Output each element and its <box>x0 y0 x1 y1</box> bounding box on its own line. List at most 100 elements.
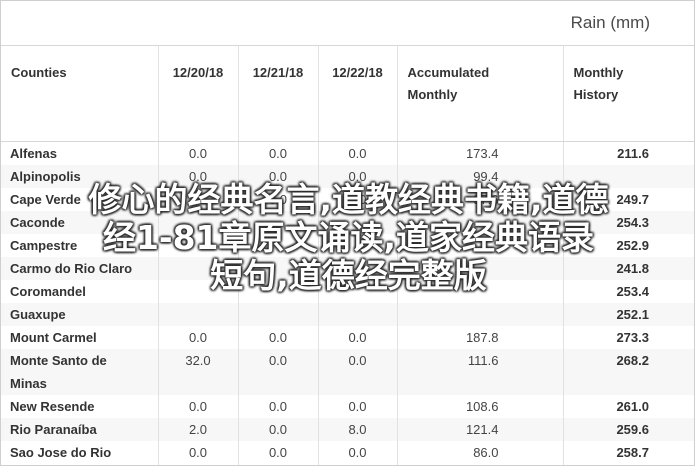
rain-date-3-cell: 0.0 <box>318 349 398 395</box>
rain-date-1-cell: 0.0 <box>158 165 239 188</box>
rain-date-2-cell <box>238 234 319 257</box>
table-row[interactable]: Monte Santo de Minas 32.0 0.0 0.0 111.6 268.2 <box>1 349 694 395</box>
rain-date-1-cell: 0.0 <box>158 326 239 349</box>
accumulated-monthly-cell <box>397 280 564 303</box>
county-name-line: Sao Jose do Rio <box>10 445 112 460</box>
county-name-cell: Rio Paranaíba <box>1 418 159 441</box>
rain-date-2-cell <box>238 303 319 326</box>
rain-date-2-cell: 0.0 <box>238 326 319 349</box>
county-name-cell: Sao Jose do RioPardo <box>1 441 159 465</box>
accumulated-monthly-cell: 108.6 <box>397 395 564 418</box>
county-name-line: Rio Paranaíba <box>10 422 97 437</box>
column-header-history-line1: Monthly <box>573 65 624 80</box>
table-row[interactable]: Campestre 252.9 <box>1 234 694 257</box>
unit-header-bar: Rain (mm) <box>1 1 694 46</box>
rain-date-2-cell: 0.0 <box>238 418 319 441</box>
county-name-cell: Mount Carmel <box>1 326 159 349</box>
county-name-line: Cape Verde <box>10 192 81 207</box>
county-name-cell: Alfenas <box>1 141 159 165</box>
rain-date-3-cell: 8.0 <box>318 418 398 441</box>
column-header-counties[interactable]: Counties <box>1 46 159 142</box>
table-row[interactable]: Caconde 254.3 <box>1 211 694 234</box>
table-row[interactable]: Alpinopolis 0.0 0.0 0.0 99.4 <box>1 165 694 188</box>
rain-date-2-cell <box>238 257 319 280</box>
accumulated-monthly-cell: 97.6 <box>397 188 564 211</box>
table-row[interactable]: New Resende 0.0 0.0 0.0 108.6 261.0 <box>1 395 694 418</box>
rain-date-1-cell <box>158 211 239 234</box>
table-row[interactable]: Alfenas 0.0 0.0 0.0 173.4 211.6 <box>1 141 694 165</box>
rain-date-3-cell: 0.0 <box>318 395 398 418</box>
county-name-line: Campestre <box>10 238 78 253</box>
column-header-history-line2: History <box>573 87 619 102</box>
table-header-row: Counties 12/20/18 12/21/18 12/22/18 Accu… <box>1 46 694 142</box>
rain-date-3-cell <box>318 257 398 280</box>
rain-date-2-cell: 0.0 <box>238 349 319 395</box>
rain-date-3-cell: 0.0 <box>318 165 398 188</box>
county-name-line: Minas <box>10 376 47 391</box>
accumulated-monthly-cell <box>397 211 564 234</box>
monthly-history-cell: 241.8 <box>563 257 694 280</box>
rain-data-table: Counties 12/20/18 12/21/18 12/22/18 Accu… <box>1 46 694 465</box>
rain-date-2-cell: 0.0 <box>238 188 319 211</box>
county-name-cell: Monte Santo de Minas <box>1 349 159 395</box>
accumulated-monthly-cell <box>397 303 564 326</box>
county-name-cell: Caconde <box>1 211 159 234</box>
county-name-cell: Alpinopolis <box>1 165 159 188</box>
monthly-history-cell: 273.3 <box>616 330 649 345</box>
rain-date-1-cell <box>158 303 239 326</box>
table-row[interactable]: Cape Verde 1.2 0.0 0.0 97.6 249.7 <box>1 188 694 211</box>
county-name-cell: Guaxupe <box>1 303 159 326</box>
rain-date-3-cell: 0.0 <box>318 326 398 349</box>
monthly-history-cell: 211.6 <box>617 146 649 161</box>
county-name-line: New Resende <box>10 399 95 414</box>
table-row[interactable]: Carmo do Rio Claro 241.8 <box>1 257 694 280</box>
monthly-history-cell: 258.7 <box>616 445 649 460</box>
rain-date-2-cell: 0.0 <box>238 441 319 465</box>
accumulated-monthly-cell: 121.4 <box>397 418 564 441</box>
accumulated-monthly-cell: 86.0 <box>397 441 564 465</box>
county-name-cell: Campestre <box>1 234 159 257</box>
county-name-cell: Carmo do Rio Claro <box>1 257 159 280</box>
rain-date-3-cell <box>318 303 398 326</box>
monthly-history-cell: 253.4 <box>616 284 649 299</box>
accumulated-monthly-cell <box>397 257 564 280</box>
monthly-history-cell: 268.2 <box>563 349 694 395</box>
county-name-line: Mount Carmel <box>10 330 97 345</box>
table-row[interactable]: Coromandel 253.4 <box>1 280 694 303</box>
column-header-date-2[interactable]: 12/21/18 <box>238 46 319 142</box>
column-header-date-3[interactable]: 12/22/18 <box>318 46 398 142</box>
table-body: Alfenas 0.0 0.0 0.0 173.4 211.6 Alpinopolis 0.0… <box>1 141 694 465</box>
accumulated-monthly-cell: 173.4 <box>397 141 564 165</box>
monthly-history-cell: 254.3 <box>563 211 694 234</box>
rain-date-3-cell: 0.0 <box>318 441 398 465</box>
column-header-date-1[interactable]: 12/20/18 <box>158 46 239 142</box>
column-header-accumulated-line1: Accumulated <box>407 65 490 80</box>
county-name-cell: Coromandel <box>1 280 159 303</box>
rain-date-1-cell: 0.0 <box>158 395 239 418</box>
rain-date-2-cell: 0.0 <box>238 165 319 188</box>
rain-date-2-cell: 0.0 <box>238 395 319 418</box>
table-row[interactable]: Sao Jose do RioPardo0.00.00.086.0258.7 <box>1 441 694 465</box>
column-header-accumulated-monthly[interactable]: Accumulated Monthly <box>397 46 564 142</box>
county-name-line: Guaxupe <box>10 307 66 322</box>
accumulated-monthly-cell: 99.4 <box>397 165 564 188</box>
county-name-cell: Cape Verde <box>1 188 159 211</box>
monthly-history-cell: 259.6 <box>563 418 694 441</box>
rain-date-3-cell <box>318 234 398 257</box>
column-header-monthly-history[interactable]: Monthly History <box>563 46 694 142</box>
rain-date-1-cell: 0.0 <box>158 141 239 165</box>
table-row[interactable]: Rio Paranaíba 2.0 0.0 8.0 121.4 259.6 <box>1 418 694 441</box>
rain-date-3-cell: 0.0 <box>318 188 398 211</box>
rain-date-2-cell <box>238 280 319 303</box>
rain-date-2-cell: 0.0 <box>238 141 319 165</box>
rain-date-1-cell <box>158 280 239 303</box>
table-row[interactable]: Mount Carmel 0.0 0.0 0.0 187.8 273.3 <box>1 326 694 349</box>
rain-date-3-cell: 0.0 <box>318 141 398 165</box>
unit-label: Rain (mm) <box>570 13 650 32</box>
rain-date-3-cell <box>318 211 398 234</box>
monthly-history-cell: 252.9 <box>616 238 649 253</box>
rain-date-1-cell: 0.0 <box>158 441 239 465</box>
rain-date-1-cell: 1.2 <box>158 188 239 211</box>
column-header-accumulated-line2: Monthly <box>407 87 458 102</box>
table-row[interactable]: Guaxupe 252.1 <box>1 303 694 326</box>
